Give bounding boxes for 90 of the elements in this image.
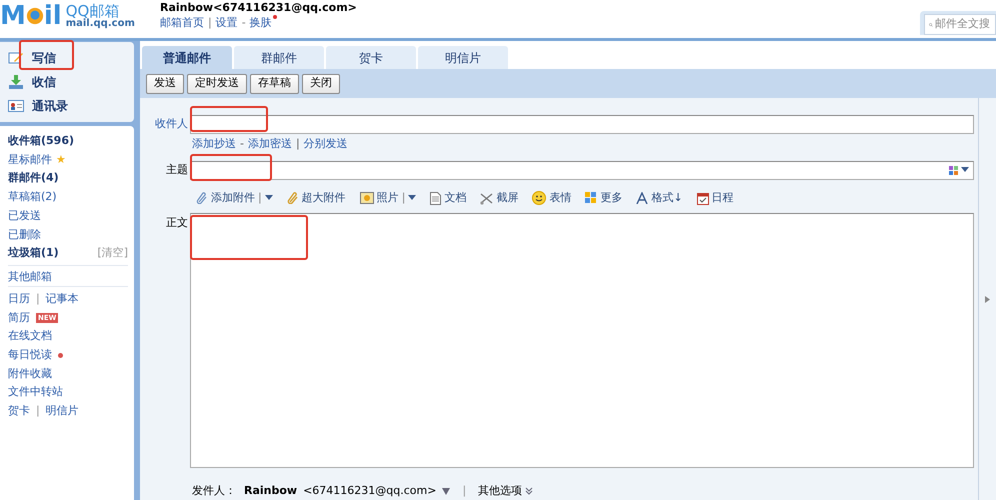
letter-a-icon xyxy=(636,192,648,204)
separator: | xyxy=(258,190,262,206)
recipient-option-link[interactable]: 添加抄送 xyxy=(192,136,236,152)
smiley-icon xyxy=(532,191,546,205)
app-link[interactable]: 记事本 xyxy=(46,290,79,308)
editor-tool[interactable]: 更多 xyxy=(585,190,622,206)
action-button[interactable]: 关闭 xyxy=(302,74,340,94)
folder-item[interactable]: 草稿箱(2) xyxy=(8,189,57,206)
folder-item[interactable]: 已发送 xyxy=(8,208,41,224)
dropdown-icon[interactable] xyxy=(442,488,450,494)
search-field[interactable]: 邮件全文搜 xyxy=(924,14,996,35)
recipient-option-link[interactable]: 添加密送 xyxy=(248,136,292,152)
editor-tool[interactable]: 格式↓ xyxy=(636,190,683,206)
more-options-button[interactable]: 其他选项 xyxy=(478,482,534,500)
action-button[interactable]: 定时发送 xyxy=(187,74,247,94)
field-label: 主题 xyxy=(165,162,189,178)
contact-card-icon xyxy=(8,99,24,113)
editor-tool[interactable]: 文档 xyxy=(430,190,466,206)
caret-icon xyxy=(961,167,969,173)
header-link[interactable]: 换肤 xyxy=(250,15,277,32)
sender-label: 发件人： xyxy=(192,482,236,499)
sidebar-action[interactable]: 通讯录 xyxy=(0,94,134,118)
grid-icon xyxy=(585,192,598,204)
separator: | xyxy=(402,190,406,206)
document-icon xyxy=(430,192,442,204)
highlight-frame xyxy=(19,40,74,70)
calendar-icon xyxy=(696,192,709,204)
brand-name: QQ邮箱 xyxy=(66,4,120,18)
editor-tool[interactable]: 照片 xyxy=(360,190,399,206)
separator: | xyxy=(36,403,40,420)
folder-item[interactable]: 其他邮箱 xyxy=(8,270,52,283)
header-link[interactable]: 设置 xyxy=(216,15,238,32)
paperclip-icon xyxy=(286,192,299,204)
separator: | xyxy=(462,482,466,499)
penguin-logo-icon xyxy=(26,6,44,26)
tab[interactable]: 普通邮件 xyxy=(142,46,232,69)
pencil-note-icon xyxy=(8,51,24,65)
account-name: Rainbow<674116231@qq.com> xyxy=(160,1,357,15)
header-link[interactable]: 邮箱首页 xyxy=(160,15,204,32)
star-icon: ★ xyxy=(56,152,66,168)
separator: | xyxy=(208,15,212,31)
separator: - xyxy=(242,15,246,31)
app-link[interactable]: 明信片 xyxy=(46,403,79,420)
folder-item[interactable]: 已删除 xyxy=(8,226,41,244)
recipient-field[interactable] xyxy=(190,114,974,134)
action-button[interactable]: 发送 xyxy=(146,74,184,94)
color-grid-icon xyxy=(949,166,958,174)
app-link[interactable]: 贺卡 xyxy=(8,403,30,420)
action-button[interactable]: 存草稿 xyxy=(250,74,299,94)
folder-item[interactable]: 星标邮件 xyxy=(8,152,52,168)
recipient-option-link[interactable]: 分别发送 xyxy=(304,136,348,152)
caret-icon xyxy=(408,195,416,201)
double-chevron-icon xyxy=(525,487,534,495)
field-label[interactable]: 收件人 xyxy=(140,116,190,132)
tab[interactable]: 明信片 xyxy=(418,46,508,69)
app-link[interactable]: 文件中转站 xyxy=(8,384,63,401)
message-body-field[interactable] xyxy=(190,213,974,468)
sender-address: <674116231@qq.com> xyxy=(303,482,436,499)
sidebar-action[interactable]: 收信 xyxy=(0,70,134,94)
app-link[interactable]: 每日悦读 xyxy=(8,346,52,364)
logo-letter: M xyxy=(0,1,26,31)
app-link[interactable]: 简历 xyxy=(8,310,30,326)
separator: - xyxy=(240,136,244,152)
paperclip-icon xyxy=(196,192,208,204)
folder-item[interactable]: 垃圾箱(1) xyxy=(8,245,59,262)
app-link[interactable]: 日历 xyxy=(8,290,30,308)
separator: | xyxy=(36,290,40,307)
app-link[interactable]: 附件收藏 xyxy=(8,366,52,382)
sender-name: Rainbow xyxy=(244,482,298,499)
folder-item[interactable]: 收件箱(596) xyxy=(8,133,74,150)
expand-arrow-icon[interactable] xyxy=(985,296,990,302)
scissors-icon xyxy=(480,192,494,204)
tab[interactable]: 贺卡 xyxy=(326,46,416,69)
tab[interactable]: 群邮件 xyxy=(234,46,324,69)
editor-tool[interactable]: 日程 xyxy=(696,190,734,206)
sidebar-action[interactable]: 写信 xyxy=(0,46,134,70)
caret-icon xyxy=(264,195,273,201)
editor-tool[interactable]: 截屏 xyxy=(480,190,518,206)
field-label: 正文 xyxy=(165,215,189,231)
separator: | xyxy=(296,136,300,152)
brand-domain: mail.qq.com xyxy=(66,18,135,28)
app-link[interactable]: 在线文档 xyxy=(8,328,52,345)
subject-field[interactable] xyxy=(190,160,974,180)
editor-tool[interactable]: 超大附件 xyxy=(286,190,346,206)
logo-letter: il xyxy=(44,1,62,31)
download-tray-icon xyxy=(8,75,24,89)
editor-tool[interactable]: 表情 xyxy=(532,190,572,206)
photo-icon xyxy=(360,192,374,204)
editor-tool[interactable]: 添加附件 xyxy=(196,190,255,206)
folder-item[interactable]: 群邮件(4) xyxy=(8,170,59,187)
